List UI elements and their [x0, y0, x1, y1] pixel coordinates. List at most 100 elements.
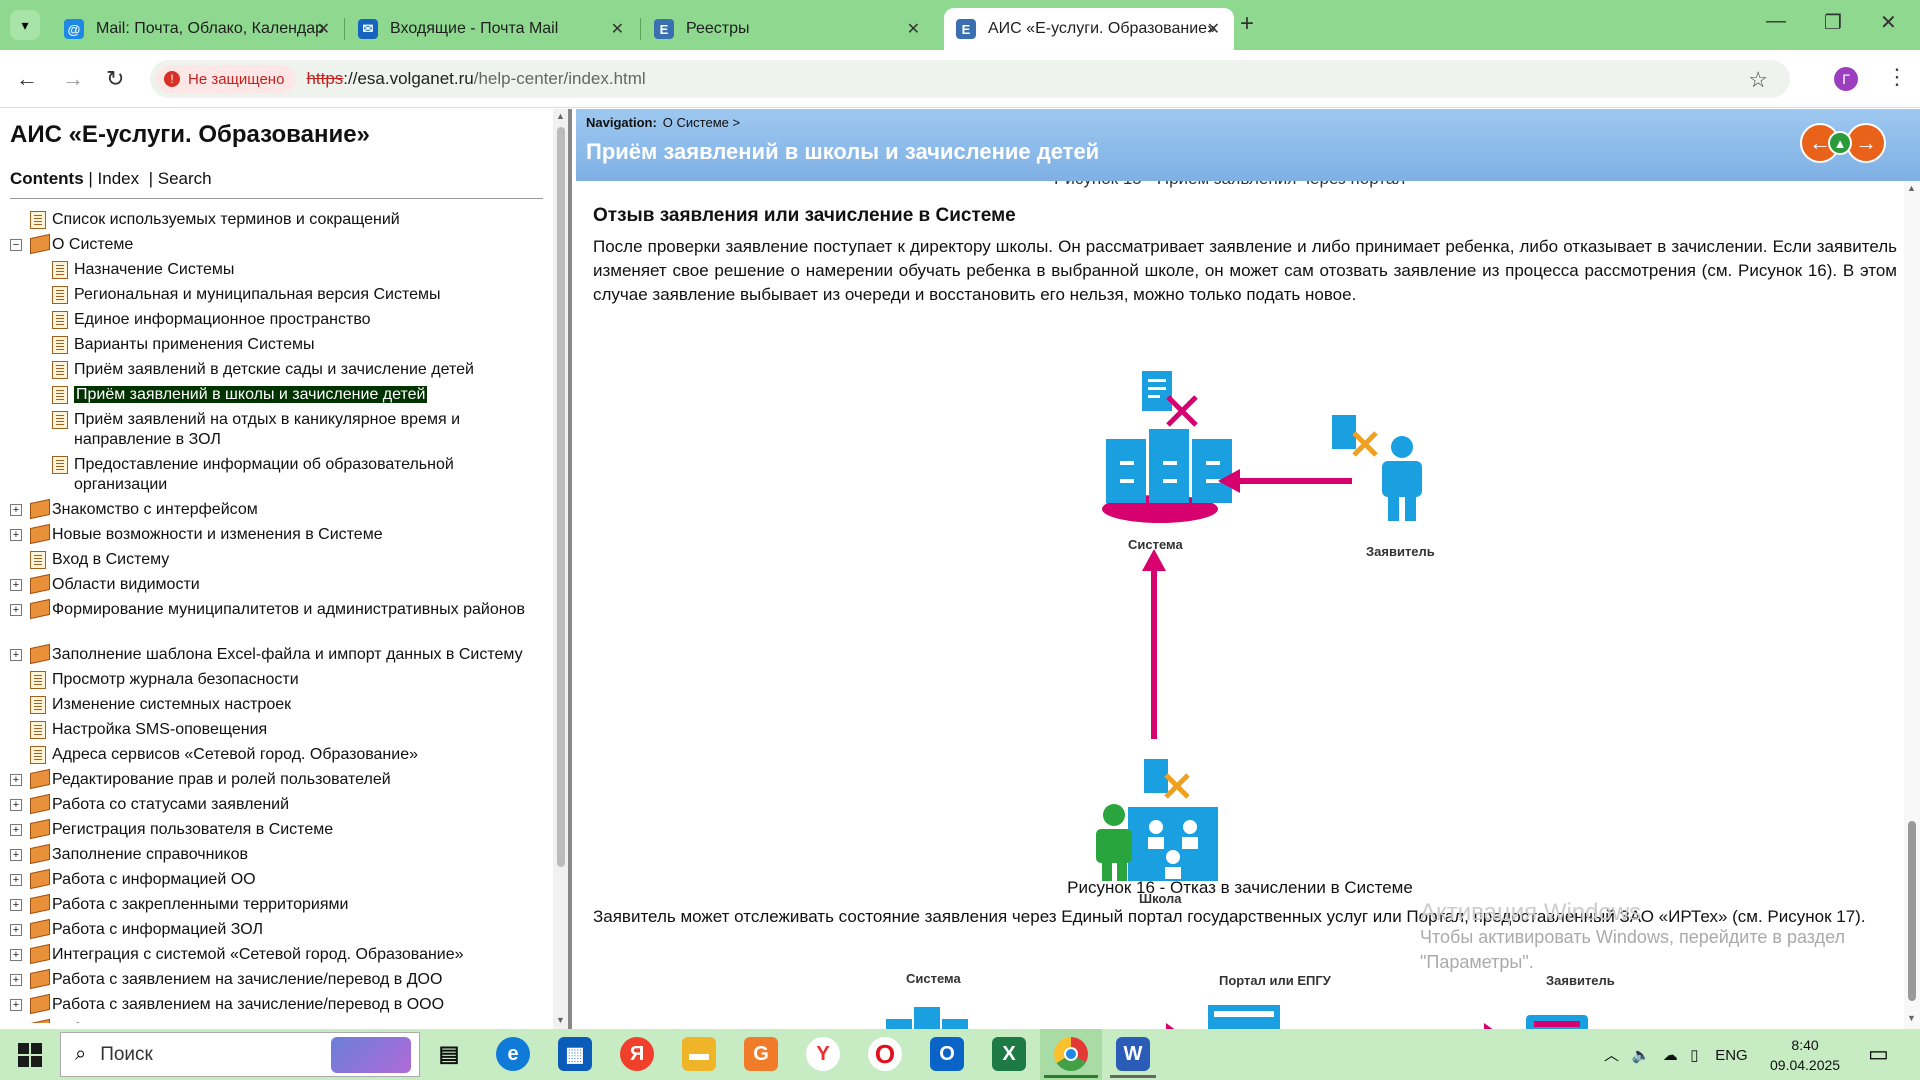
chevron-up-icon[interactable]: ︿ — [1604, 1047, 1619, 1064]
toc-item[interactable]: Вход в Систему — [52, 550, 538, 570]
clock[interactable]: 8:40 09.04.2025 — [1770, 1035, 1840, 1075]
toc-item[interactable]: Области видимости — [52, 575, 538, 595]
next-topic-button[interactable]: → — [1846, 123, 1886, 163]
expand-icon[interactable]: + — [10, 874, 22, 886]
toc-item[interactable]: Регистрация пользователя в Системе — [52, 820, 538, 840]
index-link[interactable]: Index — [98, 169, 140, 188]
expand-icon[interactable]: + — [10, 504, 22, 516]
yandex-browser-icon[interactable]: Y — [806, 1037, 840, 1071]
notifications-icon[interactable]: ▭ — [1868, 1041, 1889, 1067]
expand-icon[interactable]: + — [10, 949, 22, 961]
toc-item[interactable]: О Системе — [52, 235, 538, 255]
expand-icon[interactable]: + — [10, 649, 22, 661]
toc-item[interactable]: Список используемых терминов и сокращени… — [52, 210, 538, 230]
expand-icon[interactable]: + — [10, 604, 22, 616]
explorer-icon[interactable]: ▬ — [682, 1037, 716, 1071]
toc-item[interactable]: Формирование муниципалитетов и администр… — [52, 600, 538, 620]
toc-item[interactable]: Работа с заявлением на зачисление/перево… — [52, 970, 538, 990]
collapse-icon[interactable]: − — [10, 239, 22, 251]
taskbar-search[interactable]: ⌕ Поиск — [60, 1032, 420, 1077]
outlook-icon[interactable]: O — [930, 1037, 964, 1071]
chrome-icon[interactable] — [1054, 1037, 1088, 1071]
toc-item[interactable]: Новые возможности и изменения в Системе — [52, 525, 538, 545]
expand-icon[interactable]: + — [10, 774, 22, 786]
windows-start-button[interactable] — [18, 1043, 42, 1067]
back-button[interactable]: ← — [16, 66, 38, 92]
toc-item[interactable]: Варианты применения Системы — [74, 335, 538, 355]
reload-button[interactable]: ↻ — [106, 66, 124, 92]
scroll-down-icon[interactable]: ▼ — [1907, 1013, 1916, 1023]
toc-item[interactable]: Знакомство с интерфейсом — [52, 500, 538, 520]
gitfiend-icon[interactable]: G — [744, 1037, 778, 1071]
scroll-down-icon[interactable]: ▼ — [556, 1015, 565, 1025]
language-indicator[interactable]: ENG — [1715, 1047, 1748, 1064]
toc-item[interactable]: Предоставление информации об образовател… — [74, 455, 538, 495]
tab-ais-active[interactable]: E АИС «Е-услуги. Образование» ✕ — [944, 8, 1234, 50]
toc-item[interactable]: Работа со статусами заявлений — [52, 795, 538, 815]
opera-icon[interactable]: O — [868, 1037, 902, 1071]
toc-item[interactable]: Заполнение справочников — [52, 845, 538, 865]
restore-button[interactable]: ❐ — [1824, 10, 1842, 35]
toc-scrollbar[interactable]: ▲ ▼ — [553, 109, 568, 1029]
new-tab-button[interactable]: + — [1240, 10, 1254, 38]
expand-icon[interactable]: + — [10, 579, 22, 591]
store-icon[interactable]: ▦ — [558, 1037, 592, 1071]
expand-icon[interactable]: + — [10, 824, 22, 836]
more-menu-icon[interactable]: ⋮ — [1886, 64, 1908, 90]
toc-item[interactable]: Настройка SMS-оповещения — [52, 720, 538, 740]
toc-item[interactable]: Изменение системных настроек — [52, 695, 538, 715]
close-icon[interactable]: ✕ — [317, 19, 330, 39]
forward-button[interactable]: → — [62, 66, 84, 92]
close-icon[interactable]: ✕ — [1207, 19, 1220, 39]
task-view-icon[interactable]: ▤ — [432, 1037, 466, 1071]
toc-item[interactable]: Работа с закрепленными территориями — [52, 895, 538, 915]
toc-item[interactable]: Адреса сервисов «Сетевой город. Образова… — [52, 745, 538, 765]
toc-item[interactable]: Работа с информацией ОО — [52, 870, 538, 890]
expand-icon[interactable]: + — [10, 529, 22, 541]
toc-item[interactable]: Приём заявлений на отдых в каникулярное … — [74, 410, 538, 450]
search-link[interactable]: Search — [158, 169, 212, 188]
close-icon[interactable]: ✕ — [907, 19, 920, 39]
bookmark-star-icon[interactable]: ☆ — [1748, 67, 1768, 93]
toc-item[interactable]: Работа с заявлением на получение путёвки… — [52, 1020, 538, 1023]
expand-icon[interactable]: + — [10, 899, 22, 911]
scroll-up-icon[interactable]: ▲ — [1907, 183, 1916, 193]
contents-link[interactable]: Contents — [10, 169, 84, 188]
expand-icon[interactable]: + — [10, 974, 22, 986]
toc-item[interactable]: Просмотр журнала безопасности — [52, 670, 538, 690]
excel-icon[interactable]: X — [992, 1037, 1026, 1071]
window-close-button[interactable]: ✕ — [1880, 10, 1897, 35]
scrollbar-thumb[interactable] — [557, 127, 565, 867]
toc-item[interactable]: Работа с заявлением на зачисление/перево… — [52, 995, 538, 1015]
tab-search-button[interactable]: ▾ — [10, 10, 40, 40]
scroll-up-icon[interactable]: ▲ — [556, 111, 565, 121]
toc-item[interactable]: Редактирование прав и ролей пользователе… — [52, 770, 538, 790]
address-bar[interactable]: ! Не защищено https://esa.volganet.ru/he… — [150, 60, 1790, 98]
tab-mail-inbox[interactable]: ✉ Входящие - Почта Mail ✕ — [346, 8, 638, 50]
battery-icon[interactable]: ▯ — [1690, 1047, 1698, 1064]
edge-icon[interactable]: e — [496, 1037, 530, 1071]
expand-icon[interactable]: + — [10, 849, 22, 861]
minimize-button[interactable]: — — [1766, 10, 1786, 33]
scrollbar-thumb[interactable] — [1908, 821, 1916, 1001]
tab-mail-cloud[interactable]: @ Mail: Почта, Облако, Календар ✕ — [52, 8, 344, 50]
volume-icon[interactable]: 🔈 — [1632, 1047, 1651, 1064]
toc-item[interactable]: Региональная и муниципальная версия Сист… — [74, 285, 538, 305]
toc-item[interactable]: Приём заявлений в школы и зачисление дет… — [74, 385, 538, 405]
toc-item[interactable]: Назначение Системы — [74, 260, 538, 280]
top-topic-button[interactable]: ▲ — [1828, 131, 1852, 155]
expand-icon[interactable]: + — [10, 999, 22, 1011]
expand-icon[interactable]: + — [10, 799, 22, 811]
security-indicator[interactable]: ! Не защищено — [156, 65, 297, 93]
word-icon[interactable]: W — [1116, 1037, 1150, 1071]
yandex-icon[interactable]: Я — [620, 1037, 654, 1071]
breadcrumb-link[interactable]: О Системе > — [663, 115, 740, 130]
tab-registries[interactable]: E Реестры ✕ — [642, 8, 934, 50]
toc-item[interactable]: Заполнение шаблона Excel-файла и импорт … — [52, 645, 538, 665]
toc-item[interactable]: Работа с информацией ЗОЛ — [52, 920, 538, 940]
toc-item[interactable]: Единое информационное пространство — [74, 310, 538, 330]
close-icon[interactable]: ✕ — [611, 19, 624, 39]
toc-item[interactable]: Приём заявлений в детские сады и зачисле… — [74, 360, 538, 380]
expand-icon[interactable]: + — [10, 924, 22, 936]
content-scrollbar[interactable]: ▲ ▼ — [1904, 181, 1920, 1029]
